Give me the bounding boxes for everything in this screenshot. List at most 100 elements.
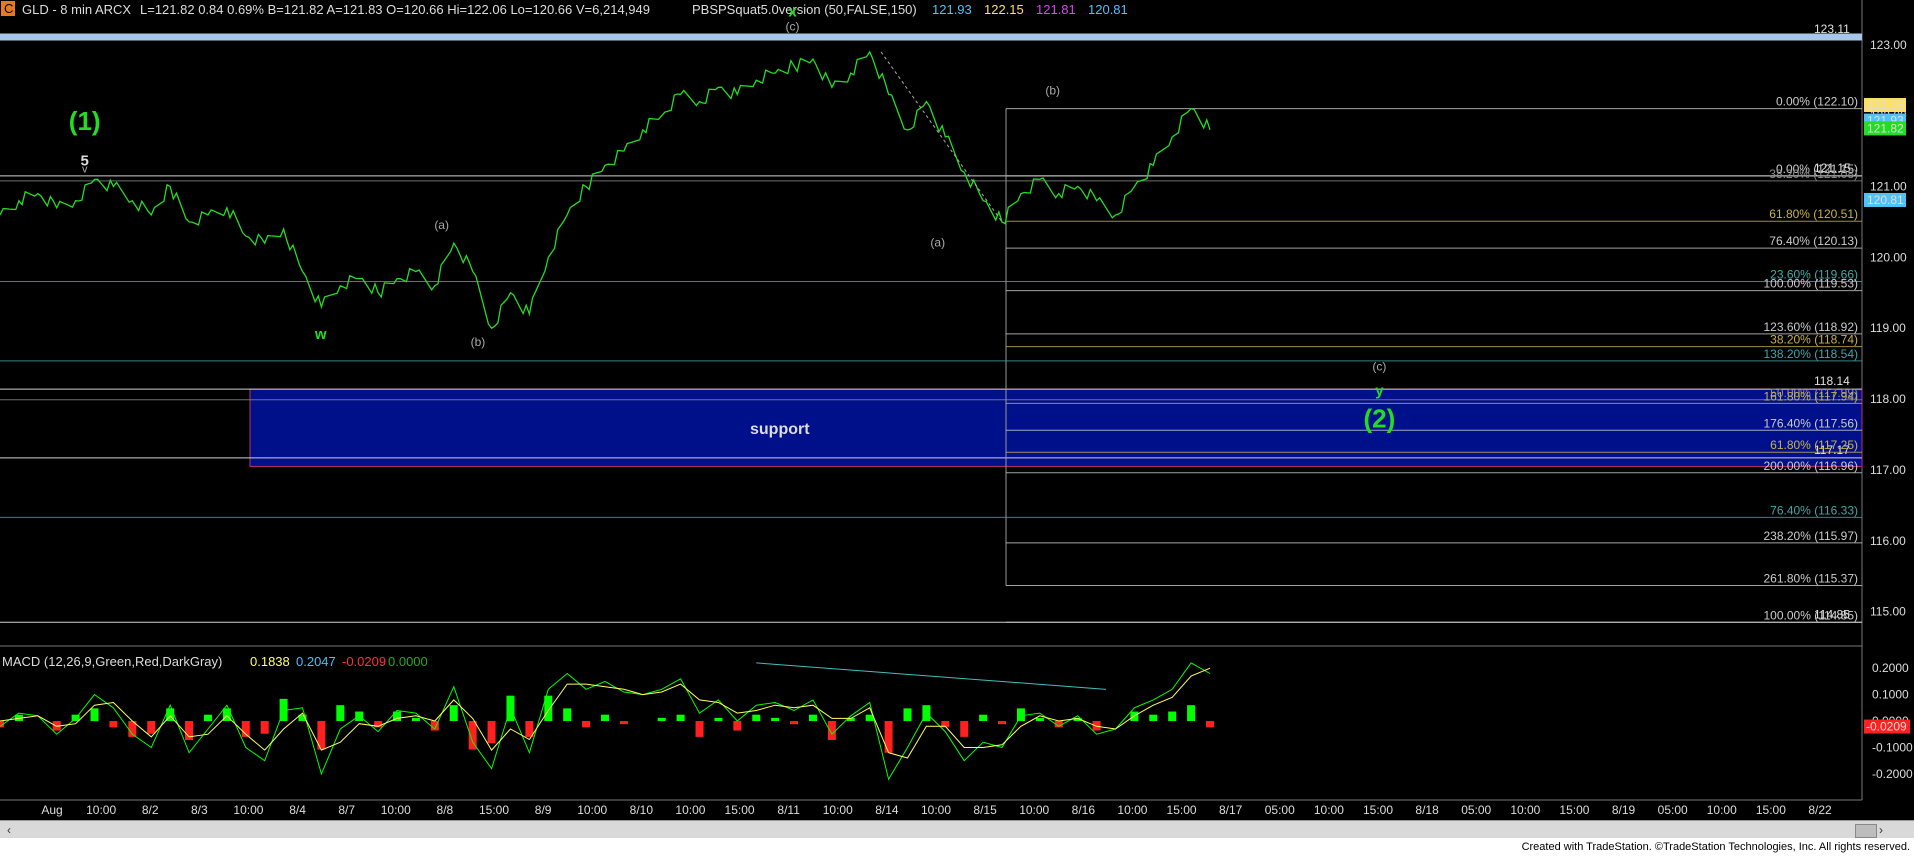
price-flag-label: 121.82 <box>1867 121 1904 135</box>
macd-histogram-bar <box>1187 705 1196 722</box>
x-axis-tick: 8/15 <box>973 803 997 817</box>
wave-label: y <box>1375 383 1384 400</box>
fib-level-label: 76.40% (120.13) <box>1769 234 1858 248</box>
macd-histogram-bar <box>147 721 156 734</box>
macd-legend-value: 0.1838 <box>250 654 290 669</box>
macd-current-flag-label: -0.0209 <box>1866 720 1907 734</box>
x-axis-tick: 10:00 <box>1707 803 1737 817</box>
macd-histogram-bar <box>601 714 609 722</box>
x-axis-tick: 8/3 <box>191 803 208 817</box>
indicator-title: PBSPSquat5.0version (50,FALSE,150) <box>692 2 917 17</box>
macd-histogram-bar <box>563 708 572 722</box>
scroll-left-arrow-icon[interactable]: ‹ <box>2 823 16 837</box>
price-axis-tick: 116.00 <box>1870 534 1906 548</box>
x-axis-tick: 10:00 <box>577 803 607 817</box>
macd-histogram-bar <box>487 721 496 744</box>
support-zone-label: support <box>750 421 810 438</box>
fib-level-label: 238.20% (115.97) <box>1763 529 1858 543</box>
x-axis-tick: 8/9 <box>535 803 552 817</box>
macd-histogram-bar <box>1016 708 1025 722</box>
wave-label: w <box>314 326 327 343</box>
x-axis-tick: 8/18 <box>1415 803 1439 817</box>
x-axis-tick: 05:00 <box>1658 803 1688 817</box>
x-axis-tick: 10:00 <box>823 803 853 817</box>
x-axis-tick: 10:00 <box>675 803 705 817</box>
x-axis-tick: 10:00 <box>1019 803 1049 817</box>
price-axis-tick: 115.00 <box>1870 605 1906 619</box>
x-axis-tick: 8/10 <box>630 803 654 817</box>
fib-level-label: 38.20% (118.74) <box>1770 333 1858 347</box>
x-axis-tick: 8/7 <box>338 803 355 817</box>
macd-histogram-bar <box>619 721 628 725</box>
x-axis-tick: 8/8 <box>437 803 454 817</box>
fib-level-label: 176.40% (117.56) <box>1763 416 1858 430</box>
fib-level-label: 161.80% (117.94) <box>1763 389 1858 403</box>
macd-histogram-bar <box>827 721 836 741</box>
macd-histogram-bar <box>1035 717 1044 722</box>
fib-level-label: 138.20% (118.54) <box>1763 347 1858 361</box>
fib-level-label: 100.00% (114.85) <box>1763 608 1858 622</box>
price-axis-tick: 120.00 <box>1870 250 1907 264</box>
macd-histogram-bar <box>903 708 912 722</box>
macd-histogram-bar <box>752 714 761 722</box>
x-axis-tick: 10:00 <box>1314 803 1344 817</box>
macd-axis-tick: 0.1000 <box>1872 688 1909 702</box>
macd-histogram-bar <box>771 717 780 722</box>
macd-axis-tick: -0.2000 <box>1872 767 1913 781</box>
macd-histogram-bar <box>90 708 99 722</box>
wave-label: x <box>788 3 797 20</box>
x-axis-tick: 10:00 <box>381 803 411 817</box>
x-axis-tick: 15:00 <box>725 803 755 817</box>
symbol-title: GLD - 8 min ARCX <box>22 2 131 17</box>
x-axis-tick: 8/19 <box>1612 803 1636 817</box>
x-axis-tick: 15:00 <box>1756 803 1786 817</box>
macd-histogram-bar <box>336 705 345 722</box>
x-axis-tick: 05:00 <box>1265 803 1295 817</box>
wave-label: (c) <box>1372 360 1386 374</box>
macd-histogram-bar <box>109 721 118 728</box>
x-axis-tick: 8/17 <box>1219 803 1243 817</box>
copyright-text: Created with TradeStation. ©TradeStation… <box>1521 841 1910 853</box>
chart-header: C GLD - 8 min ARCX L=121.82 0.84 0.69% B… <box>1 1 1128 17</box>
fib-level-label: 200.00% (116.96) <box>1763 459 1858 473</box>
price-axis-tick: 123.00 <box>1870 38 1907 52</box>
x-axis-tick: 8/22 <box>1808 803 1832 817</box>
fib-level-label: 61.80% (120.51) <box>1769 207 1858 221</box>
macd-histogram-bar <box>1149 714 1158 722</box>
wave-label: (2) <box>1364 403 1396 433</box>
chart-type-badge-label: C <box>4 1 13 16</box>
macd-histogram-bar <box>808 714 817 722</box>
wave-label: v <box>82 163 88 175</box>
macd-histogram-bar <box>790 721 799 725</box>
x-axis-tick: 15:00 <box>479 803 509 817</box>
indicator-value-1: 122.15 <box>984 2 1024 17</box>
wave-label: (1) <box>69 106 101 136</box>
x-axis-tick: 10:00 <box>921 803 951 817</box>
x-axis-tick: 8/2 <box>142 803 159 817</box>
x-axis-tick: 15:00 <box>1559 803 1589 817</box>
x-axis-tick: 8/14 <box>875 803 899 817</box>
footer-bar: Created with TradeStation. ©TradeStation… <box>0 838 1914 856</box>
fib-level-label: 76.40% (116.33) <box>1770 503 1858 517</box>
macd-histogram-bar <box>657 717 666 722</box>
x-axis-tick: 10:00 <box>1117 803 1147 817</box>
macd-histogram-bar <box>676 714 685 722</box>
x-axis-tick: 10:00 <box>1510 803 1540 817</box>
macd-histogram-bar <box>203 714 212 722</box>
macd-histogram-bar <box>695 721 704 737</box>
wave-label: (a) <box>930 236 945 250</box>
macd-histogram-bar <box>1206 721 1214 728</box>
x-axis-tick: 8/4 <box>289 803 306 817</box>
macd-histogram-bar <box>979 714 988 722</box>
x-axis-tick: 10:00 <box>86 803 116 817</box>
fib-level-label: 0.00% (122.10) <box>1776 95 1858 109</box>
price-level-label: 123.11 <box>1814 22 1850 36</box>
price-axis-tick: 117.00 <box>1870 463 1906 477</box>
scroll-right-arrow-icon[interactable]: › <box>1874 823 1888 837</box>
horizontal-scrollbar[interactable]: ‹ › <box>0 820 1914 839</box>
macd-histogram-bar <box>733 721 742 731</box>
x-axis-tick: 8/11 <box>777 803 800 817</box>
macd-legend-value: 0.0000 <box>388 654 428 669</box>
macd-histogram-bar <box>998 721 1007 725</box>
fib-level-label: 38.20% (121.08) <box>1769 167 1858 181</box>
